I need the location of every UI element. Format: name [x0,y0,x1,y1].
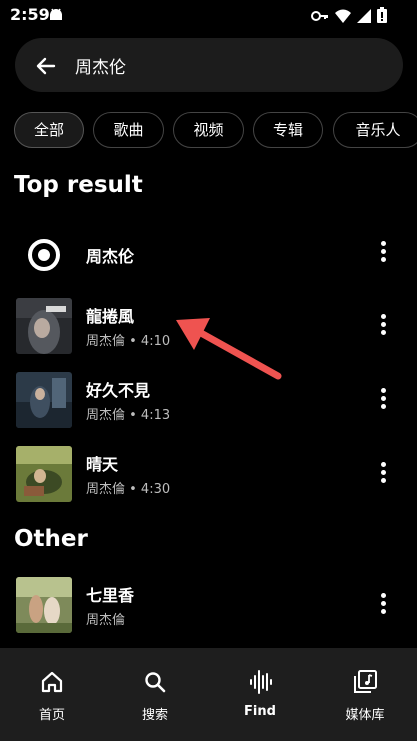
nav-find[interactable]: Find [208,648,312,741]
song-title: 晴天 [86,455,119,474]
song-row[interactable]: 晴天 周杰倫 • 4:30 [0,443,417,505]
nav-home-label: 首页 [38,708,65,723]
wifi-icon [335,8,351,27]
artist-name: 周杰伦 [86,247,135,266]
waveform-icon [246,668,274,696]
bottom-nav: 首页 搜索 Find 媒体库 [0,648,417,741]
search-input[interactable]: 周杰伦 [75,53,126,78]
more-vert-icon[interactable] [379,388,387,410]
more-vert-icon[interactable] [379,462,387,484]
more-vert-icon[interactable] [379,314,387,336]
library-icon [351,668,379,696]
top-result-heading: Top result [14,172,143,198]
nav-home[interactable]: 首页 [0,648,104,741]
nav-search-label: 搜索 [141,708,168,723]
status-bar: 2:59 [0,0,417,30]
song-subtitle: 周杰倫 • 4:30 [86,482,171,497]
more-vert-icon[interactable] [379,593,387,615]
annotation-arrow [176,318,282,380]
search-icon [141,668,169,696]
key-icon [311,8,329,27]
nav-library-label: 媒体库 [345,708,385,723]
status-icons [311,7,387,27]
album-cover [16,577,72,633]
album-cover [16,372,72,428]
status-time: 2:59 [10,5,50,24]
song-subtitle: 周杰倫 • 4:13 [86,408,171,423]
chip-songs[interactable]: 歌曲 [93,112,164,148]
chip-albums[interactable]: 专辑 [253,112,323,148]
artist-row[interactable]: 周杰伦 [0,222,417,284]
chip-artists[interactable]: 音乐人 [333,112,417,148]
chip-videos[interactable]: 视频 [173,112,244,148]
filter-chips: 全部 歌曲 视频 专辑 音乐人 [14,112,417,148]
artist-target-icon [16,225,72,281]
nav-search[interactable]: 搜索 [103,648,207,741]
song-row[interactable]: 七里香 周杰倫 [0,574,417,636]
chip-all[interactable]: 全部 [14,112,84,148]
signal-icon [357,8,371,27]
nav-library[interactable]: 媒体库 [313,648,417,741]
home-icon [38,668,66,696]
battery-icon [377,7,387,27]
album-cover [16,298,72,354]
album-cover [16,446,72,502]
other-heading: Other [14,526,88,552]
song-subtitle: 周杰倫 • 4:10 [86,334,171,349]
arrow-left-icon[interactable] [34,54,58,78]
more-vert-icon[interactable] [379,241,387,263]
android-icon [48,7,64,27]
search-bar[interactable]: 周杰伦 [15,38,403,92]
nav-find-label: Find [244,704,276,719]
song-subtitle: 周杰倫 [86,613,126,628]
song-title: 好久不見 [86,381,151,400]
song-title: 龍捲風 [86,307,135,326]
song-title: 七里香 [86,586,135,605]
